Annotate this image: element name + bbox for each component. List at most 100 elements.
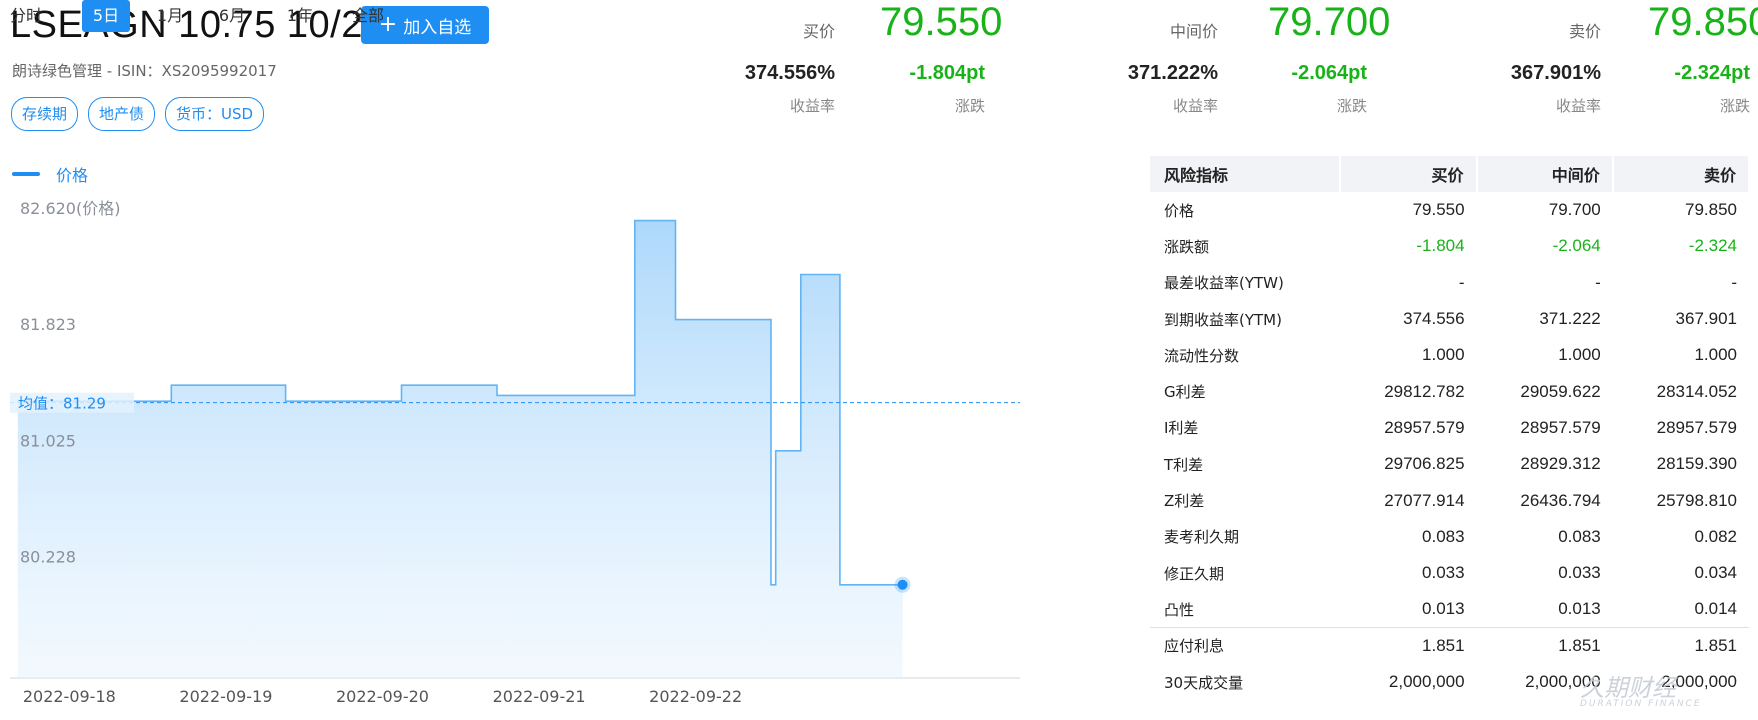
row-label: 流动性分数 [1164, 346, 1240, 365]
table-row: T利差 29706.825 28929.312 28159.390 [1150, 446, 1749, 482]
table-row: 修正久期 0.033 0.033 0.034 [1150, 555, 1749, 591]
row-label: 凸性 [1164, 600, 1195, 619]
row-value: 1.851 [1340, 627, 1477, 664]
price-area [17, 220, 903, 678]
table-row: G利差 29812.782 29059.622 28314.052 [1150, 373, 1749, 409]
row-value: 1.000 [1422, 345, 1465, 365]
bid-yield: 374.556% [744, 62, 835, 84]
header-ask: 卖价 [1612, 156, 1751, 192]
period-tab-5[interactable]: 全部 [340, 0, 396, 32]
row-value: -2.324 [1688, 236, 1737, 256]
mean-label: 均值：81.29 [18, 395, 106, 413]
row-value: 28314.052 [1656, 381, 1737, 401]
legend-line-icon [12, 172, 40, 176]
chart-legend: 价格 [12, 162, 88, 186]
row-value: 371.222 [1539, 309, 1601, 329]
row-label: 应付利息 [1150, 627, 1341, 664]
ask-change: -2.324pt [1674, 62, 1750, 84]
ask-yield-label: 收益率 [1555, 97, 1601, 115]
row-value: 1.851 [1612, 627, 1749, 664]
legend-label: 价格 [56, 166, 89, 185]
table-row: 应付利息 1.851 1.851 1.851 [1150, 627, 1749, 664]
row-value: 79.850 [1685, 200, 1737, 220]
row-value: 367.901 [1675, 309, 1737, 329]
row-value: -2.064 [1552, 236, 1601, 256]
tag-status[interactable]: 存续期 [11, 97, 79, 131]
row-label: 30天成交量 [1164, 673, 1244, 692]
period-tab-4[interactable]: 1年 [276, 0, 324, 32]
row-value: - [1731, 272, 1737, 292]
header-bid: 买价 [1340, 156, 1478, 192]
row-value: 79.700 [1548, 200, 1601, 220]
row-label: 麦考利久期 [1164, 528, 1240, 547]
row-label: T利差 [1164, 455, 1204, 474]
mid-yield-label: 收益率 [1172, 97, 1218, 115]
mid-price: 79.700 [1268, 0, 1391, 44]
row-value: 29706.825 [1384, 454, 1465, 474]
row-label: 到期收益率(YTM) [1164, 310, 1282, 329]
period-tab-3[interactable]: 6月 [208, 0, 256, 32]
table-row: I利差 28957.579 28957.579 28957.579 [1150, 410, 1749, 446]
x-tick-label: 2022-09-22 [649, 687, 742, 706]
mid-label: 中间价 [1169, 22, 1218, 41]
row-value: 29812.782 [1384, 381, 1465, 401]
row-value: 1.000 [1558, 345, 1601, 365]
table-row: 麦考利久期 0.083 0.083 0.082 [1150, 519, 1749, 555]
row-label: 最差收益率(YTW) [1164, 274, 1284, 293]
row-label: G利差 [1164, 383, 1206, 402]
price-chart: 均值：81.29 82.620(价格) 81.823 81.025 80.228 2022… [10, 199, 1020, 706]
risk-indicators-table: 风险指标 买价 中间价 卖价 价格 79.550 79.700 79.850 涨跌额 -1… [1150, 156, 1751, 700]
bond-subtitle: 朗诗绿色管理 - ISIN：XS2095992017 [12, 62, 277, 80]
risk-table-body: 价格 79.550 79.700 79.850 涨跌额 -1.804 -2.064 -2.32… [1150, 192, 1749, 700]
bid-change: -1.804pt [909, 62, 985, 84]
period-tab-2[interactable]: 1月 [146, 0, 194, 32]
row-label: 修正久期 [1164, 564, 1225, 583]
row-value: 0.034 [1694, 563, 1737, 583]
ask-yield: 367.901% [1510, 62, 1601, 84]
row-label: Z利差 [1164, 492, 1205, 511]
row-value: 26436.794 [1520, 490, 1601, 510]
row-value: 374.556 [1403, 309, 1465, 329]
row-value: -1.804 [1416, 236, 1465, 256]
x-tick-label: 2022-09-18 [23, 687, 116, 706]
table-row: 凸性 0.013 0.013 0.014 [1150, 591, 1749, 627]
row-value: 2,000,000 [1388, 672, 1465, 691]
watermark-cn: 久期财经 [1580, 674, 1676, 702]
y-tick-label: 81.823 [20, 315, 76, 334]
row-value: 1.000 [1694, 345, 1737, 365]
row-value: 28957.579 [1656, 417, 1737, 437]
y-tick-label: 82.620(价格) [20, 199, 120, 218]
row-value: 29059.622 [1520, 381, 1601, 401]
watermark-en: DURATION FINANCE [1580, 699, 1702, 709]
mid-change: -2.064pt [1291, 62, 1367, 84]
last-point-marker [897, 579, 908, 590]
ask-change-label: 涨跌 [1719, 97, 1750, 115]
row-value: 0.013 [1558, 599, 1601, 619]
tag-sector[interactable]: 地产债 [88, 97, 156, 131]
row-value: 0.033 [1558, 563, 1601, 583]
watermark-logo: 久期财经 DURATION FINANCE [1580, 668, 1702, 709]
period-tab-1[interactable]: 5日 [82, 0, 130, 32]
mid-yield: 371.222% [1127, 62, 1218, 84]
row-value: - [1595, 272, 1601, 292]
row-label: 涨跌额 [1164, 237, 1210, 256]
row-value: 1.851 [1476, 627, 1613, 664]
header-indicator: 风险指标 [1150, 156, 1342, 192]
table-row: Z利差 27077.914 26436.794 25798.810 [1150, 482, 1749, 518]
x-tick-label: 2022-09-20 [336, 687, 429, 706]
row-value: 28957.579 [1384, 417, 1465, 437]
row-value: 28159.390 [1656, 454, 1737, 474]
row-value: 0.014 [1694, 599, 1737, 619]
row-value: 0.013 [1422, 599, 1465, 619]
row-value: 0.083 [1558, 526, 1601, 546]
y-tick-label: 80.228 [20, 547, 76, 566]
table-row: 流动性分数 1.000 1.000 1.000 [1150, 337, 1749, 373]
row-value: 25798.810 [1656, 490, 1737, 510]
x-tick-label: 2022-09-19 [179, 687, 272, 706]
add-button-label: 加入自选 [403, 17, 472, 38]
table-row: 涨跌额 -1.804 -2.064 -2.324 [1150, 228, 1749, 264]
row-label: I利差 [1164, 419, 1199, 438]
period-tab-0[interactable]: 分时 [0, 0, 52, 32]
tag-currency[interactable]: 货币：USD [165, 97, 265, 131]
row-value: 27077.914 [1384, 490, 1465, 510]
